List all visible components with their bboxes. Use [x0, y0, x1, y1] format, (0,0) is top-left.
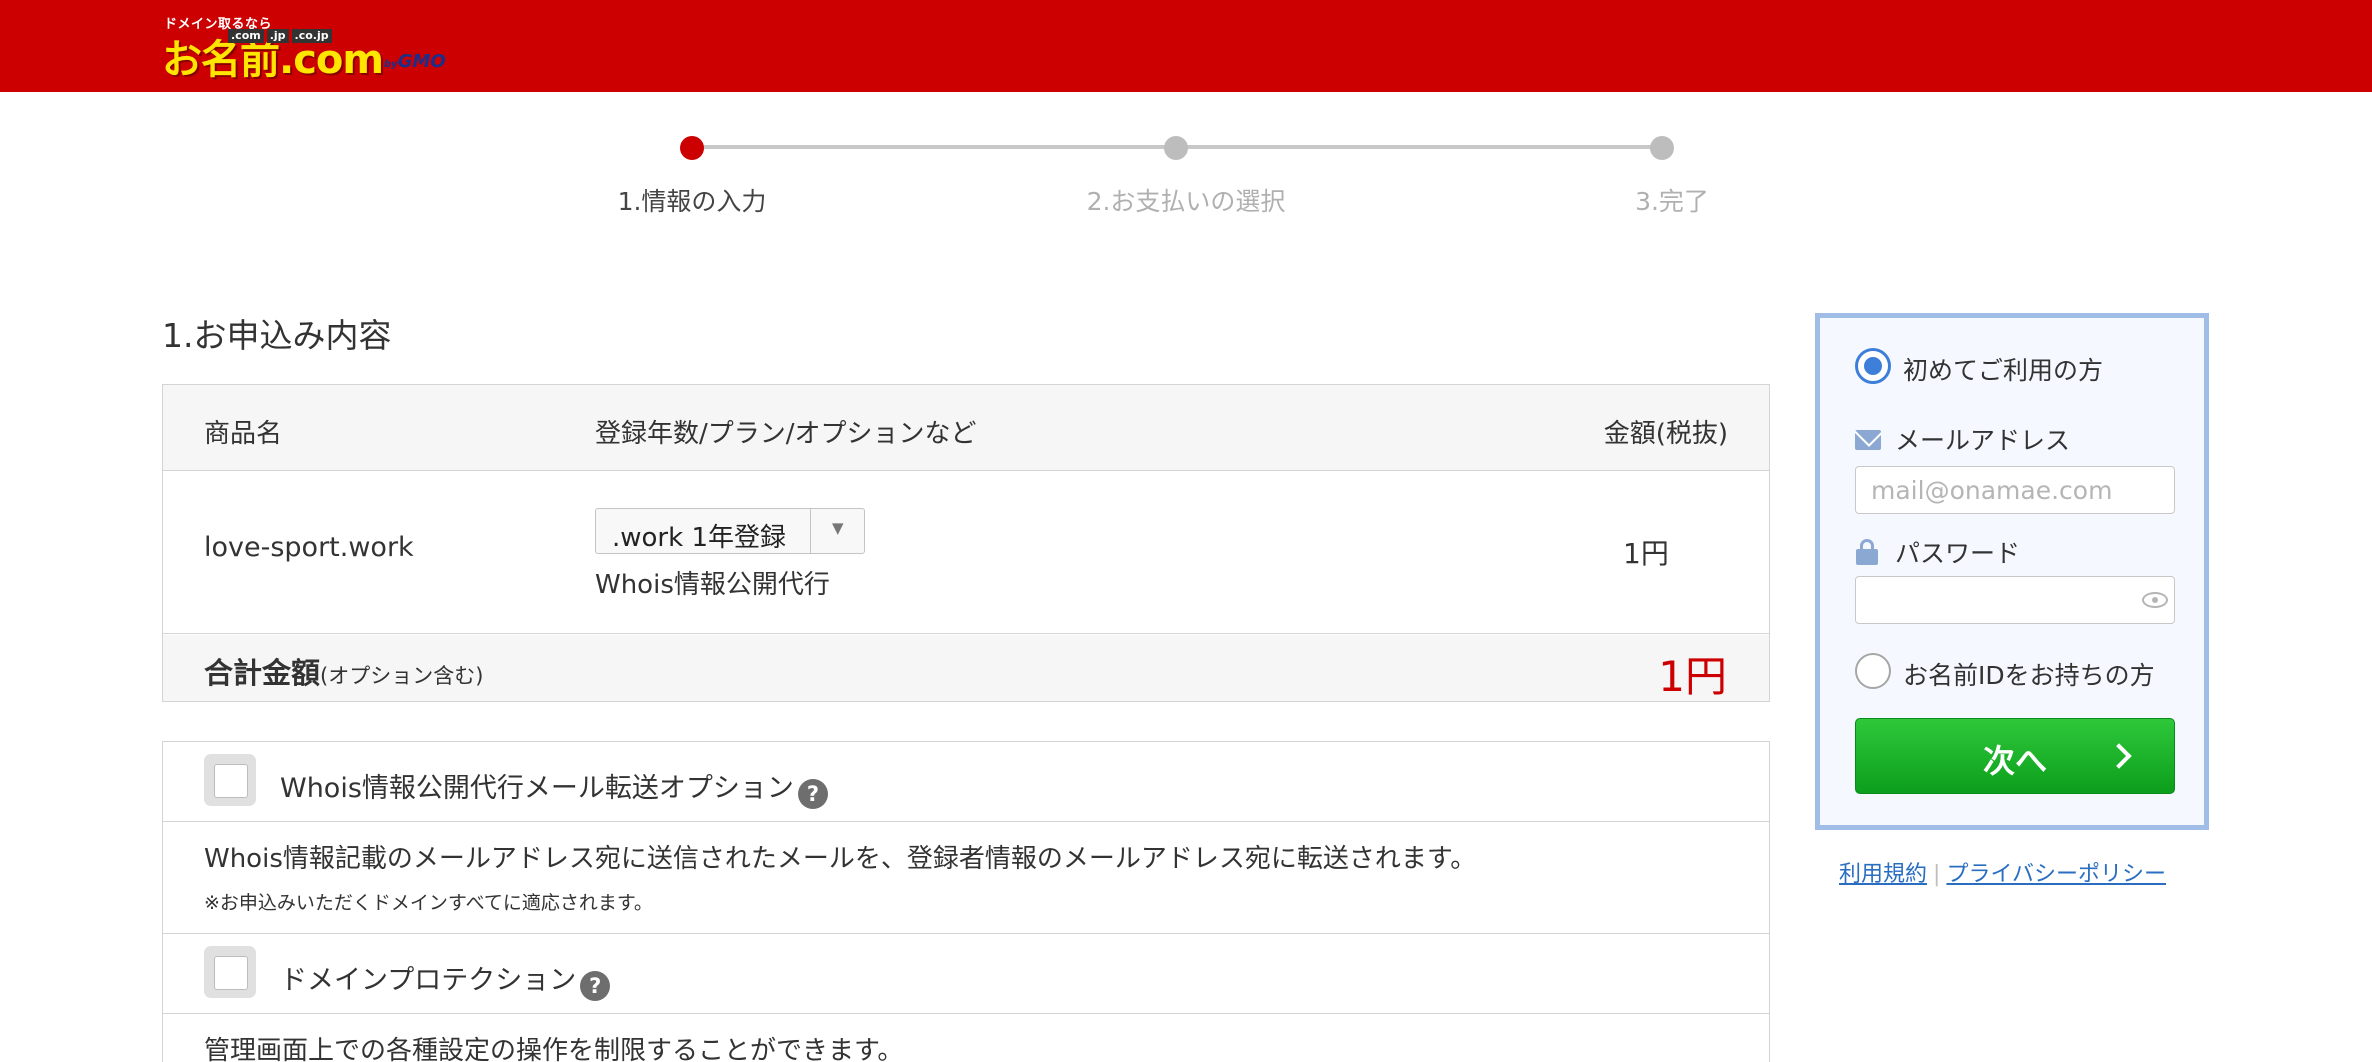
panel-footer-links: 利用規約 | プライバシーポリシー	[1839, 856, 2166, 888]
logo-gmo-prefix: by	[384, 59, 398, 70]
option-box-whois-forward: Whois情報公開代行メール転送オプション? Whois情報記載のメールアドレス…	[162, 741, 1770, 933]
total-label-text: 合計金額	[204, 656, 321, 690]
whois-forward-checkbox[interactable]	[204, 754, 256, 806]
progress-stepper: 1.情報の入力 2.お支払いの選択 3.完了	[617, 130, 1720, 220]
table-header: 商品名 登録年数/プラン/オプションなど 金額(税抜)	[163, 385, 1769, 471]
logo-tld-jp: .jp	[266, 29, 289, 43]
logo-gmo: byGMO	[384, 51, 446, 72]
step-label-2: 2.お支払いの選択	[1086, 187, 1286, 216]
table-row: love-sport.work .work 1年登録 ▼ Whois情報公開代行…	[163, 472, 1769, 634]
terms-link[interactable]: 利用規約	[1839, 862, 1927, 887]
email-label: メールアドレス	[1895, 426, 2071, 455]
total-label: 合計金額(オプション含む)	[204, 650, 483, 692]
password-label: パスワード	[1895, 539, 2021, 568]
column-header-product: 商品名	[204, 419, 283, 449]
option-title-text: Whois情報公開代行メール転送オプション	[280, 773, 794, 804]
plan-select-value: .work 1年登録	[612, 523, 786, 553]
product-domain-name: love-sport.work	[204, 532, 414, 563]
login-panel: 初めてご利用の方 メールアドレス パスワード お名前IDをお持ちの方 次へ	[1815, 313, 2209, 830]
help-icon[interactable]: ?	[797, 779, 828, 809]
total-price: 1円	[1658, 652, 1727, 701]
column-header-plan: 登録年数/プラン/オプションなど	[595, 419, 977, 449]
logo-tld-badges: .com .jp .co.jp	[228, 29, 332, 43]
step-label-1: 1.情報の入力	[617, 187, 767, 216]
option-head: ドメインプロテクション?	[163, 934, 1769, 1014]
section-title: 1.お申込み内容	[162, 316, 392, 355]
plan-select[interactable]: .work 1年登録 ▼	[595, 508, 865, 554]
lock-icon	[1856, 539, 1878, 565]
option-box-domain-protection: ドメインプロテクション? 管理画面上での各種設定の操作を制限することができます。	[162, 933, 1770, 1062]
site-header: ドメイン取るなら お名前.com .com .jp .co.jp byGMO	[0, 0, 2372, 92]
step-dot-1	[680, 136, 704, 160]
plan-select-divider	[810, 509, 811, 553]
plan-option-text: Whois情報公開代行	[595, 570, 830, 600]
row-price: 1円	[1623, 537, 1669, 570]
option-description: 管理画面上での各種設定の操作を制限することができます。	[204, 1036, 904, 1062]
option-title-domain-protection: ドメインプロテクション?	[280, 958, 611, 1001]
logo-gmo-text: GMO	[397, 51, 446, 72]
caret-down-icon[interactable]: ▼	[832, 519, 844, 537]
option-description: Whois情報記載のメールアドレス宛に送信されたメールを、登録者情報のメールアド…	[204, 844, 1477, 874]
first-time-label[interactable]: 初めてご利用の方	[1903, 351, 2103, 387]
option-note: ※お申込みいただくドメインすべてに適応されます。	[204, 892, 653, 914]
column-header-price: 金額(税抜)	[1603, 419, 1728, 449]
logo-tld-cojp: .co.jp	[291, 29, 332, 43]
option-head: Whois情報公開代行メール転送オプション?	[163, 742, 1769, 822]
existing-id-label[interactable]: お名前IDをお持ちの方	[1903, 656, 2155, 692]
domain-protection-checkbox[interactable]	[204, 946, 256, 998]
privacy-policy-link[interactable]: プライバシーポリシー	[1946, 862, 2166, 887]
email-input[interactable]	[1855, 466, 2175, 514]
password-input[interactable]	[1855, 576, 2175, 624]
order-table: 商品名 登録年数/プラン/オプションなど 金額(税抜) love-sport.w…	[162, 384, 1770, 702]
total-row: 合計金額(オプション含む) 1円	[163, 635, 1769, 701]
option-title-text: ドメインプロテクション	[280, 965, 577, 996]
eye-icon[interactable]	[2142, 592, 2168, 608]
next-button[interactable]: 次へ	[1855, 718, 2175, 794]
onamae-logo[interactable]: ドメイン取るなら お名前.com .com .jp .co.jp byGMO	[162, 13, 458, 83]
option-title-whois-forward: Whois情報公開代行メール転送オプション?	[280, 766, 828, 809]
step-label-3: 3.完了	[1635, 187, 1709, 216]
total-note: (オプション含む)	[320, 664, 484, 688]
mail-icon	[1855, 430, 1881, 450]
existing-id-radio[interactable]	[1855, 653, 1891, 689]
first-time-radio[interactable]	[1855, 348, 1891, 384]
logo-tld-com: .com	[228, 29, 264, 43]
step-dot-3	[1650, 136, 1674, 160]
link-divider: |	[1933, 862, 1941, 887]
help-icon[interactable]: ?	[580, 971, 611, 1001]
step-dot-2	[1164, 136, 1188, 160]
